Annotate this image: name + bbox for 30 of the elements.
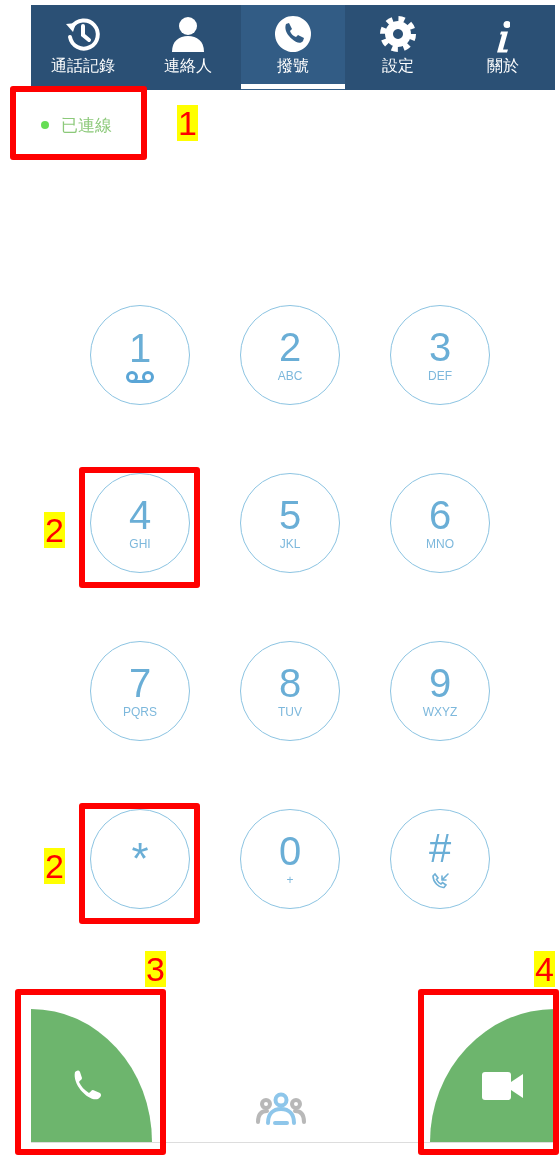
voicemail-icon	[125, 370, 155, 383]
dial-key[interactable]: #	[390, 809, 490, 909]
dial-key[interactable]: *	[90, 809, 190, 909]
dial-key[interactable]: 8 TUV	[240, 641, 340, 741]
dial-key[interactable]: 5 JKL	[240, 473, 340, 573]
annotation-number: 2	[44, 512, 65, 548]
tab[interactable]: 連絡人	[135, 5, 241, 90]
dial-key[interactable]: 6 MNO	[390, 473, 490, 573]
dial-key[interactable]: 2 ABC	[240, 305, 340, 405]
video-camera-icon	[481, 1071, 524, 1100]
phone-icon	[274, 15, 312, 53]
dial-key[interactable]: 4 GHI	[90, 473, 190, 573]
dial-key[interactable]: 1	[90, 305, 190, 405]
annotation-number: 3	[145, 951, 166, 987]
annotation-number: 1	[177, 104, 198, 141]
phone-arrow-icon	[430, 870, 450, 891]
dial-key[interactable]: 0 +	[240, 809, 340, 909]
dial-key[interactable]: 3 DEF	[390, 305, 490, 405]
tab[interactable]: 設定	[345, 5, 451, 90]
annotation-number: 4	[534, 951, 555, 987]
info-icon	[495, 21, 511, 53]
tab[interactable]: 通話記錄	[31, 5, 136, 90]
tab[interactable]: 撥號	[240, 5, 346, 90]
connection-status: 已連線	[61, 113, 112, 137]
dial-key[interactable]: 9 WXYZ	[390, 641, 490, 741]
tab[interactable]: 關於	[450, 5, 555, 90]
annotation-number: 2	[44, 848, 65, 884]
settings-icon	[378, 15, 417, 53]
dial-key[interactable]: 7 PQRS	[90, 641, 190, 741]
group-icon	[255, 1092, 307, 1126]
